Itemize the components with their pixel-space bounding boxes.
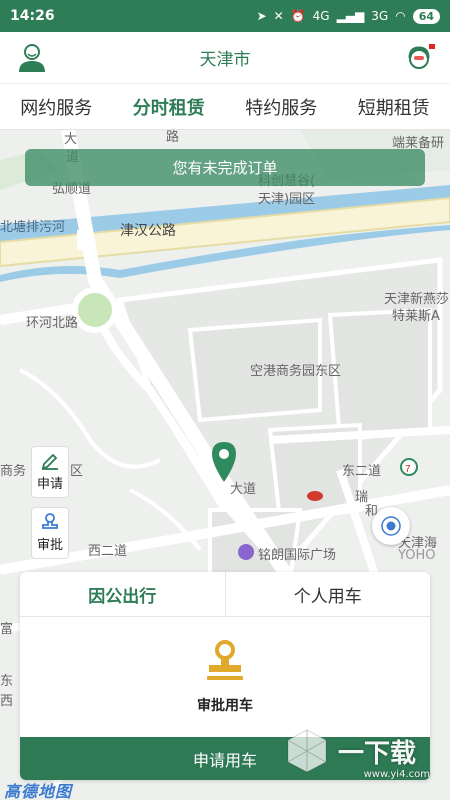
wifi-icon: ◠	[395, 9, 406, 23]
tab-special-service[interactable]: 特约服务	[225, 84, 338, 129]
map-label: 特莱斯A	[392, 309, 440, 324]
pen-icon	[41, 453, 58, 470]
map-label: 大	[64, 132, 78, 147]
status-bar: 14:26 ➤ ✕ ⏰ 4G ▂▄▆ 3G ◠ 64	[0, 0, 450, 32]
app-header: 天津市	[0, 32, 450, 84]
battery-icon: 64	[412, 8, 440, 24]
map-label: 大道	[230, 482, 257, 497]
map-label: YOHO	[398, 548, 436, 563]
customer-service-icon[interactable]	[404, 42, 436, 74]
map-label: 天津)园区	[258, 192, 316, 207]
tab-business-trip[interactable]: 因公出行	[20, 572, 225, 616]
service-tabs: 网约服务 分时租赁 特约服务 短期租赁	[0, 84, 450, 130]
city-title[interactable]: 天津市	[200, 45, 251, 70]
approve-car-label: 审批用车	[197, 698, 253, 714]
approve-side-button[interactable]: 审批	[31, 507, 69, 559]
cube-logo-icon	[287, 729, 327, 773]
map-label: 北塘排污河	[0, 220, 66, 235]
signal-3g-label: 3G	[371, 9, 389, 23]
status-icons: ➤ ✕ ⏰ 4G ▂▄▆ 3G ◠ 64	[256, 8, 440, 24]
tab-ride-hailing[interactable]: 网约服务	[0, 84, 113, 129]
navigation-icon: ➤	[256, 9, 267, 23]
map-label: 西	[0, 694, 14, 709]
alarm-icon: ⏰	[290, 9, 306, 23]
approve-side-label: 审批	[36, 538, 63, 553]
watermark-url: www.yi4.com	[363, 769, 430, 780]
svg-text:7: 7	[405, 464, 411, 475]
trip-type-tabs: 因公出行 个人用车	[20, 572, 430, 617]
apply-side-label: 申请	[36, 477, 63, 492]
mute-icon: ✕	[273, 9, 284, 23]
stamp-icon	[42, 513, 58, 529]
tab-short-term-rental[interactable]: 短期租赁	[338, 84, 450, 129]
amap-logo: 高德地图	[4, 782, 73, 800]
map-label: 铭朗国际广场	[258, 548, 337, 563]
map-label: 东二道	[342, 464, 382, 479]
locate-icon	[381, 516, 401, 536]
unfinished-order-banner[interactable]: 您有未完成订单	[25, 149, 425, 186]
map-label: 路	[166, 130, 180, 145]
tab-personal-use[interactable]: 个人用车	[224, 572, 431, 616]
watermark: 一下载 www.yi4.com	[282, 716, 434, 786]
apply-side-button[interactable]: 申请	[31, 446, 69, 498]
map-label: 区	[70, 464, 84, 479]
map-label: 东	[0, 674, 14, 689]
locate-button[interactable]	[372, 507, 410, 545]
map-label: 津汉公路	[120, 223, 176, 239]
signal-4g-label: 4G	[312, 9, 330, 23]
status-time: 14:26	[10, 8, 55, 24]
tab-time-share-rental[interactable]: 分时租赁	[113, 84, 226, 129]
user-profile-icon[interactable]	[14, 40, 50, 76]
signal-icon: ▂▄▆	[336, 9, 365, 23]
map-label: 富	[0, 622, 14, 637]
watermark-text: 一下载	[338, 738, 417, 769]
approval-stamp-icon	[207, 640, 243, 680]
map-label: 环河北路	[26, 316, 79, 331]
map-label: 空港商务园东区	[250, 364, 342, 379]
map-label: 西二道	[88, 544, 128, 559]
map-label: 商务	[0, 464, 27, 479]
